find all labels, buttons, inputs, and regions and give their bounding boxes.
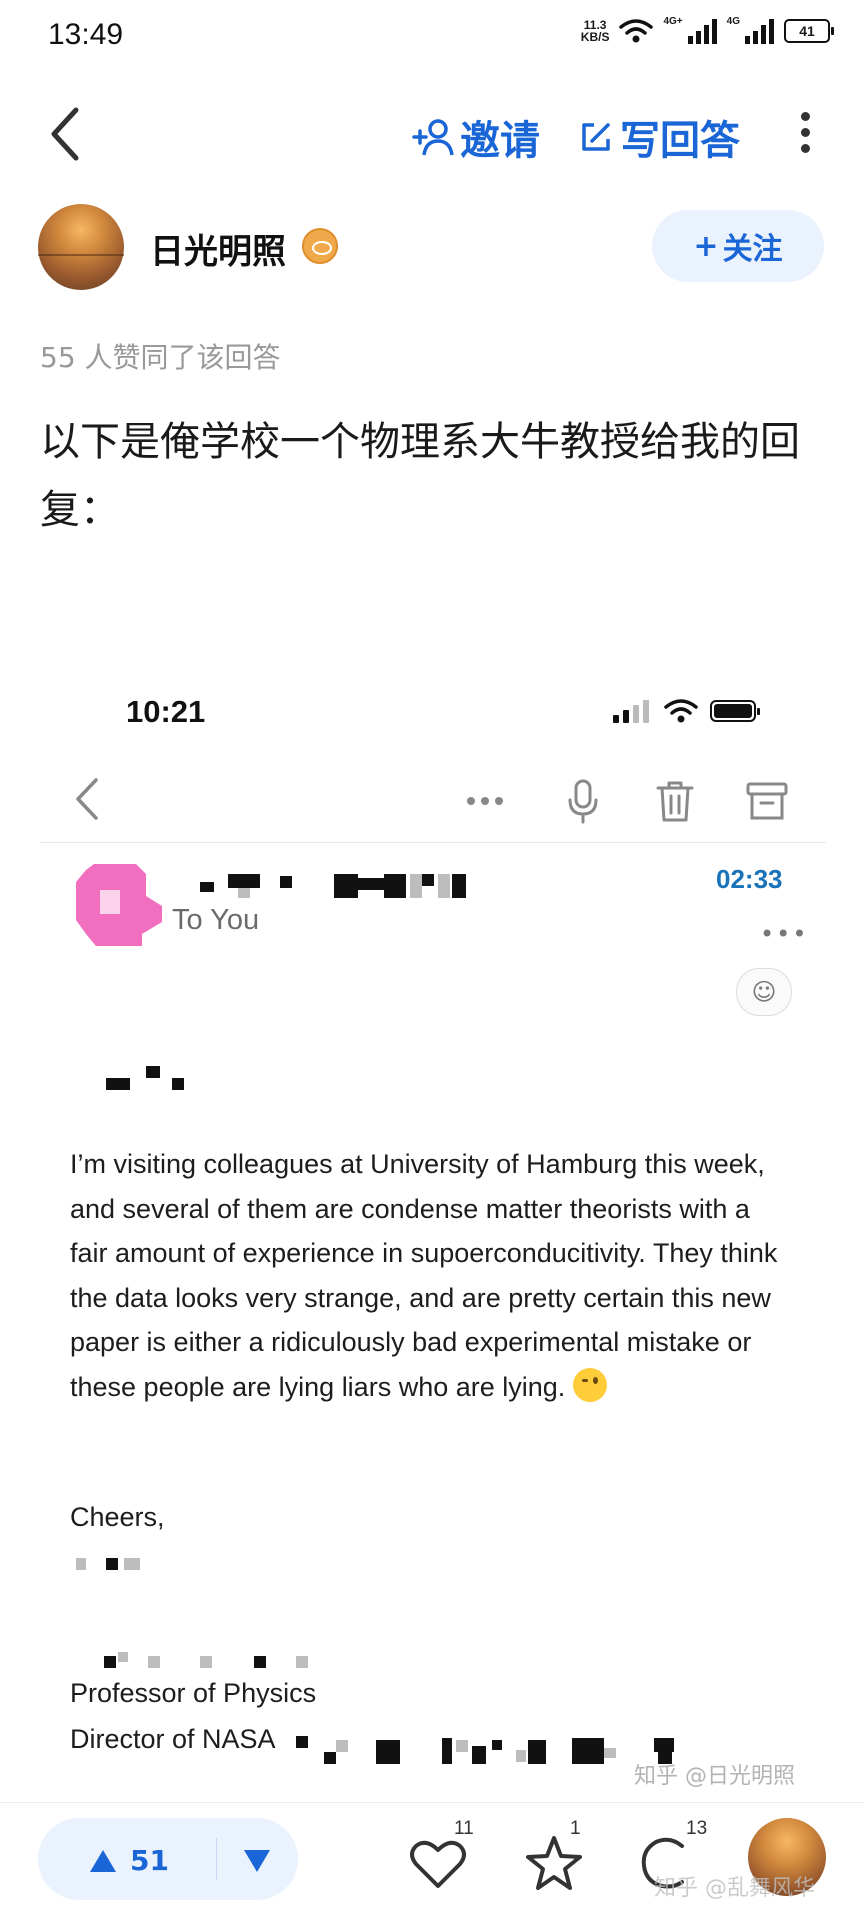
- recipient-label: To You: [172, 904, 260, 936]
- sender-name-redacted: [200, 872, 470, 902]
- signal-label-2: 4G: [726, 15, 740, 27]
- downvote-icon[interactable]: [242, 1848, 272, 1874]
- mic-icon[interactable]: [560, 778, 606, 824]
- write-answer-button[interactable]: 写回答: [578, 108, 740, 166]
- watermark-author: 知乎 @日光明照: [634, 1764, 795, 1789]
- author-name[interactable]: 日光明照: [150, 224, 286, 273]
- wifi-icon: [664, 699, 698, 723]
- sender-avatar: [76, 864, 162, 946]
- emoji-reaction-icon[interactable]: ☺: [736, 968, 792, 1016]
- wink-emoji-icon: [573, 1367, 608, 1402]
- plus-icon: +: [693, 228, 719, 264]
- bottom-bar-divider: [0, 1802, 864, 1803]
- star-icon[interactable]: [522, 1832, 586, 1896]
- edit-icon: [582, 123, 610, 151]
- upvote-count: 51: [130, 1844, 169, 1877]
- email-body-text: I’m visiting colleagues at University of…: [70, 1149, 778, 1402]
- battery-icon: 41: [784, 19, 834, 43]
- more-icon[interactable]: [798, 112, 812, 160]
- invite-button[interactable]: 邀请: [412, 108, 540, 166]
- wifi-icon: [619, 19, 654, 43]
- watermark-source: 知乎 @乱舞风华: [654, 1876, 815, 1901]
- greeting-redacted: [106, 1064, 196, 1094]
- heart-icon[interactable]: [406, 1832, 470, 1896]
- email-timestamp: 02:33: [716, 864, 783, 894]
- email-body: I’m visiting colleagues at University of…: [70, 1142, 790, 1409]
- back-button[interactable]: [46, 104, 86, 164]
- message-options-icon[interactable]: •••: [760, 920, 808, 948]
- comment-count: 13: [686, 1818, 708, 1839]
- invite-label: 邀请: [460, 118, 540, 164]
- archive-icon[interactable]: [744, 778, 790, 824]
- write-answer-label: 写回答: [620, 118, 740, 164]
- likes-count-text: 55 人赞同了该回答: [40, 341, 281, 374]
- email-toolbar-divider: [40, 842, 826, 843]
- signature-line-redacted: [104, 1652, 324, 1672]
- upvote-button[interactable]: 51: [88, 1844, 169, 1877]
- add-user-icon: [412, 119, 454, 156]
- signature-director: Director of NASA: [70, 1724, 276, 1754]
- author-avatar[interactable]: [38, 204, 124, 290]
- eye-badge-icon: [302, 228, 338, 264]
- email-back-icon[interactable]: [72, 776, 102, 822]
- follow-button[interactable]: + 关注: [652, 210, 824, 282]
- signature-title: Professor of Physics: [70, 1678, 317, 1708]
- battery-icon: [710, 700, 760, 722]
- signal-icon: [613, 700, 649, 723]
- follow-label: 关注: [722, 232, 783, 267]
- upvote-icon: [90, 1849, 116, 1872]
- status-icons: 11.3 KB/S 4G+ 4G 41: [581, 15, 834, 44]
- email-more-icon[interactable]: [462, 778, 508, 824]
- status-time: 13:49: [48, 18, 124, 51]
- like-count: 11: [454, 1818, 474, 1839]
- email-status-time: 10:21: [126, 694, 206, 729]
- trash-icon[interactable]: [652, 778, 698, 824]
- star-count: 1: [570, 1818, 581, 1839]
- signal-icon-2: [745, 19, 774, 44]
- signature-name-redacted: [76, 1554, 156, 1574]
- signal-icon: [687, 19, 717, 44]
- answer-intro: 以下是俺学校一个物理系大牛教授给我的回复：: [40, 419, 800, 533]
- email-status-icons: [612, 698, 760, 724]
- email-closing: Cheers,: [70, 1502, 165, 1532]
- network-speed: 11.3 KB/S: [581, 19, 610, 43]
- vote-separator: [216, 1838, 217, 1880]
- network-speed-unit: KB/S: [580, 30, 610, 44]
- signal-label-1: 4G+: [663, 15, 683, 27]
